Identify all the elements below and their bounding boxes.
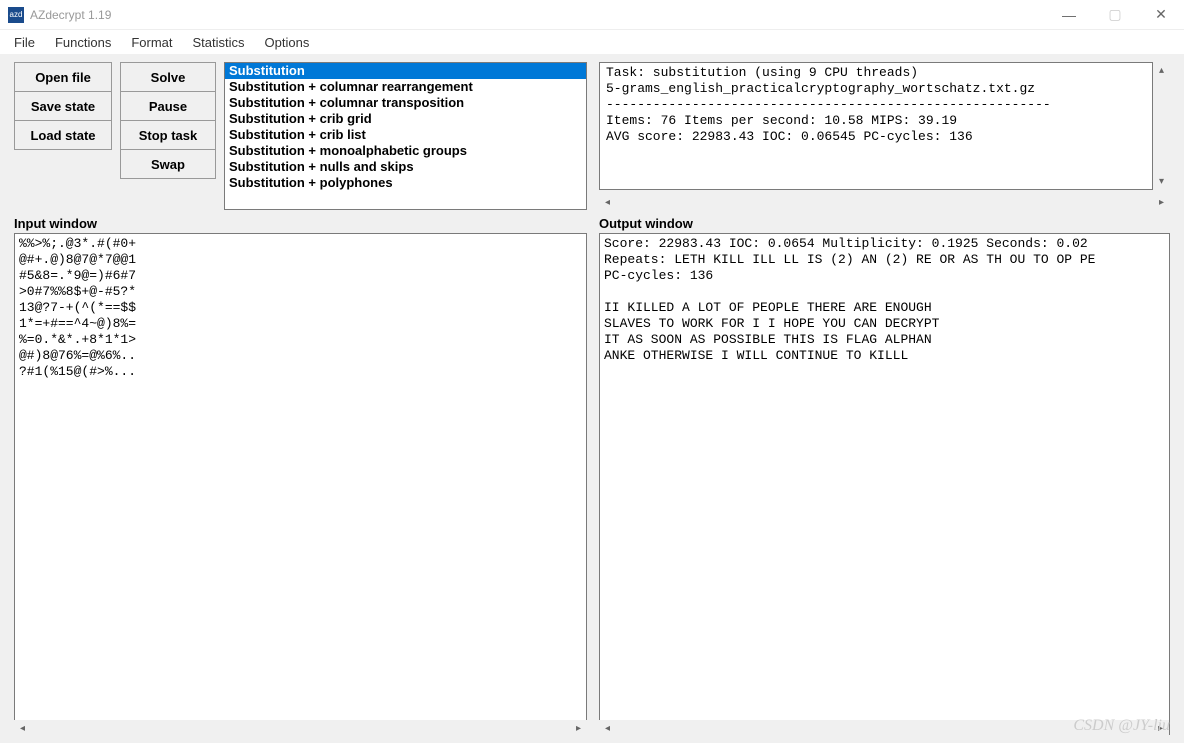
solver-item[interactable]: Substitution bbox=[225, 63, 586, 79]
solve-button[interactable]: Solve bbox=[120, 62, 216, 92]
log-output[interactable]: Task: substitution (using 9 CPU threads)… bbox=[599, 62, 1153, 190]
solver-item[interactable]: Substitution + polyphones bbox=[225, 175, 586, 191]
open-file-button[interactable]: Open file bbox=[14, 62, 112, 92]
scroll-right-icon[interactable]: ▸ bbox=[1152, 720, 1169, 737]
log-hscroll[interactable]: ◂ ▸ bbox=[599, 194, 1170, 210]
input-label: Input window bbox=[14, 216, 587, 231]
maximize-button[interactable]: ▢ bbox=[1092, 0, 1138, 30]
right-column: Task: substitution (using 9 CPU threads)… bbox=[599, 62, 1170, 735]
file-buttons: Open file Save state Load state bbox=[14, 62, 112, 149]
scroll-down-icon[interactable]: ▾ bbox=[1153, 173, 1170, 190]
solver-list[interactable]: SubstitutionSubstitution + columnar rear… bbox=[224, 62, 587, 210]
input-hscroll[interactable]: ◂ ▸ bbox=[14, 720, 587, 737]
load-state-button[interactable]: Load state bbox=[14, 120, 112, 150]
menu-functions[interactable]: Functions bbox=[45, 33, 121, 52]
top-controls: Open file Save state Load state Solve Pa… bbox=[14, 62, 587, 210]
output-label: Output window bbox=[599, 216, 1170, 231]
menu-format[interactable]: Format bbox=[121, 33, 182, 52]
input-textarea[interactable]: %%>%;.@3*.#(#0+ @#+.@)8@7@*7@@1 #5&8=.*9… bbox=[14, 233, 587, 735]
close-button[interactable]: ✕ bbox=[1138, 0, 1184, 30]
scroll-right-icon[interactable]: ▸ bbox=[1153, 194, 1170, 210]
menu-statistics[interactable]: Statistics bbox=[183, 33, 255, 52]
minimize-button[interactable]: — bbox=[1046, 0, 1092, 30]
menu-options[interactable]: Options bbox=[255, 33, 320, 52]
log-wrap: Task: substitution (using 9 CPU threads)… bbox=[599, 62, 1170, 190]
solver-item[interactable]: Substitution + crib list bbox=[225, 127, 586, 143]
workspace: Open file Save state Load state Solve Pa… bbox=[0, 54, 1184, 743]
menubar: File Functions Format Statistics Options bbox=[0, 30, 1184, 54]
solver-item[interactable]: Substitution + nulls and skips bbox=[225, 159, 586, 175]
window-title: AZdecrypt 1.19 bbox=[30, 8, 1046, 22]
solver-item[interactable]: Substitution + columnar transposition bbox=[225, 95, 586, 111]
task-buttons: Solve Pause Stop task Swap bbox=[120, 62, 216, 178]
scroll-up-icon[interactable]: ▴ bbox=[1153, 62, 1170, 79]
scroll-left-icon[interactable]: ◂ bbox=[599, 194, 616, 210]
solver-item[interactable]: Substitution + crib grid bbox=[225, 111, 586, 127]
scroll-left-icon[interactable]: ◂ bbox=[599, 720, 616, 737]
solver-item[interactable]: Substitution + monoalphabetic groups bbox=[225, 143, 586, 159]
scroll-right-icon[interactable]: ▸ bbox=[570, 720, 587, 737]
titlebar: azd AZdecrypt 1.19 — ▢ ✕ bbox=[0, 0, 1184, 30]
output-hscroll[interactable]: ◂ ▸ bbox=[599, 720, 1169, 737]
app-icon: azd bbox=[8, 7, 24, 23]
log-vscroll[interactable]: ▴ ▾ bbox=[1153, 62, 1170, 190]
solver-item[interactable]: Substitution + columnar rearrangement bbox=[225, 79, 586, 95]
output-textarea[interactable]: Score: 22983.43 IOC: 0.0654 Multiplicity… bbox=[599, 233, 1170, 735]
pause-button[interactable]: Pause bbox=[120, 91, 216, 121]
left-column: Open file Save state Load state Solve Pa… bbox=[14, 62, 587, 735]
menu-file[interactable]: File bbox=[4, 33, 45, 52]
stop-task-button[interactable]: Stop task bbox=[120, 120, 216, 150]
save-state-button[interactable]: Save state bbox=[14, 91, 112, 121]
window-controls: — ▢ ✕ bbox=[1046, 0, 1184, 30]
scroll-left-icon[interactable]: ◂ bbox=[14, 720, 31, 737]
swap-button[interactable]: Swap bbox=[120, 149, 216, 179]
